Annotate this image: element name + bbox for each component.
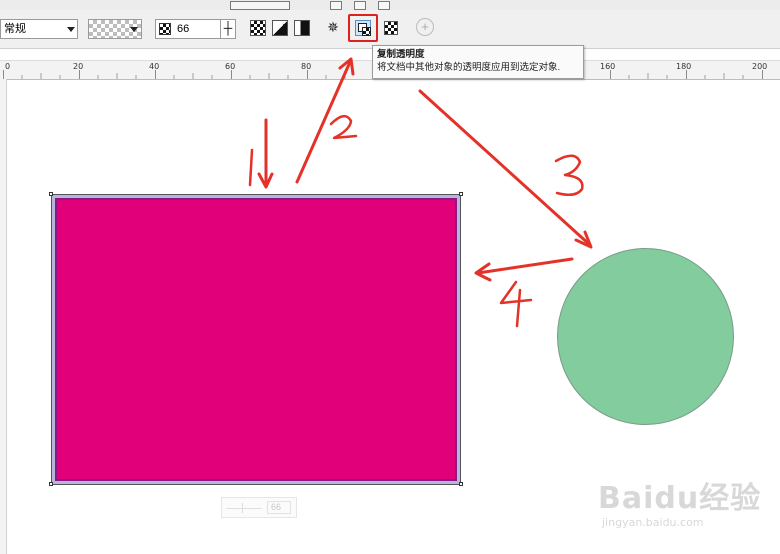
transparency-slider[interactable]: 66 — [221, 497, 297, 518]
arrow-4-head — [474, 262, 492, 282]
transparency-pattern-dropdown[interactable] — [88, 19, 142, 39]
green-circle[interactable] — [557, 248, 734, 425]
magenta-rectangle[interactable] — [51, 194, 461, 485]
baidu-watermark: Baidu经验 jingyan.baidu.com — [598, 482, 761, 530]
watermark-brand: Baidu经验 — [598, 481, 762, 516]
clear-transparency-icon[interactable] — [384, 21, 398, 35]
arrow-4-line — [476, 257, 574, 275]
watermark-url: jingyan.baidu.com — [602, 516, 704, 529]
arrow-1-head — [257, 172, 274, 189]
partial-tool-button[interactable] — [354, 1, 366, 10]
chevron-down-icon — [130, 27, 138, 32]
partial-tool-button[interactable] — [378, 1, 390, 10]
tooltip-description: 将文档中其他对象的透明度应用到选定对象. — [377, 62, 561, 73]
transparency-fill-icon[interactable] — [272, 20, 288, 36]
copy-transparency-icon — [355, 20, 371, 36]
checker-icon — [159, 23, 171, 35]
arrow-3-head — [574, 230, 593, 249]
selection-handle[interactable] — [49, 482, 53, 486]
arrow-2-line — [295, 60, 352, 184]
slider-value: 66 — [267, 501, 291, 514]
chevron-down-icon — [67, 27, 75, 32]
transparency-amount-value: 66 — [177, 23, 190, 35]
transparency-amount-field[interactable]: 66 ┼ — [155, 19, 236, 39]
merge-mode-value: 常规 — [4, 23, 26, 35]
transparency-all-icon[interactable] — [250, 20, 266, 36]
freeze-transparency-icon[interactable]: ✵ — [325, 19, 341, 35]
slider-plus-icon[interactable]: ┼ — [220, 20, 235, 38]
merge-mode-dropdown[interactable]: 常规 — [0, 19, 78, 39]
tooltip: 复制透明度 将文档中其他对象的透明度应用到选定对象. — [372, 45, 584, 79]
partial-tool-button[interactable] — [330, 1, 342, 10]
partial-input[interactable] — [230, 1, 290, 10]
transparency-outline-icon[interactable] — [294, 20, 310, 36]
add-icon[interactable]: + — [416, 18, 434, 36]
property-bar: 常规 66 ┼ ✵ + — [0, 10, 780, 49]
tooltip-title: 复制透明度 — [377, 49, 425, 60]
copy-transparency-button[interactable] — [348, 14, 378, 42]
selection-handle[interactable] — [49, 192, 53, 196]
selection-handle[interactable] — [459, 192, 463, 196]
vertical-ruler[interactable] — [0, 79, 7, 554]
selection-handle[interactable] — [459, 482, 463, 486]
